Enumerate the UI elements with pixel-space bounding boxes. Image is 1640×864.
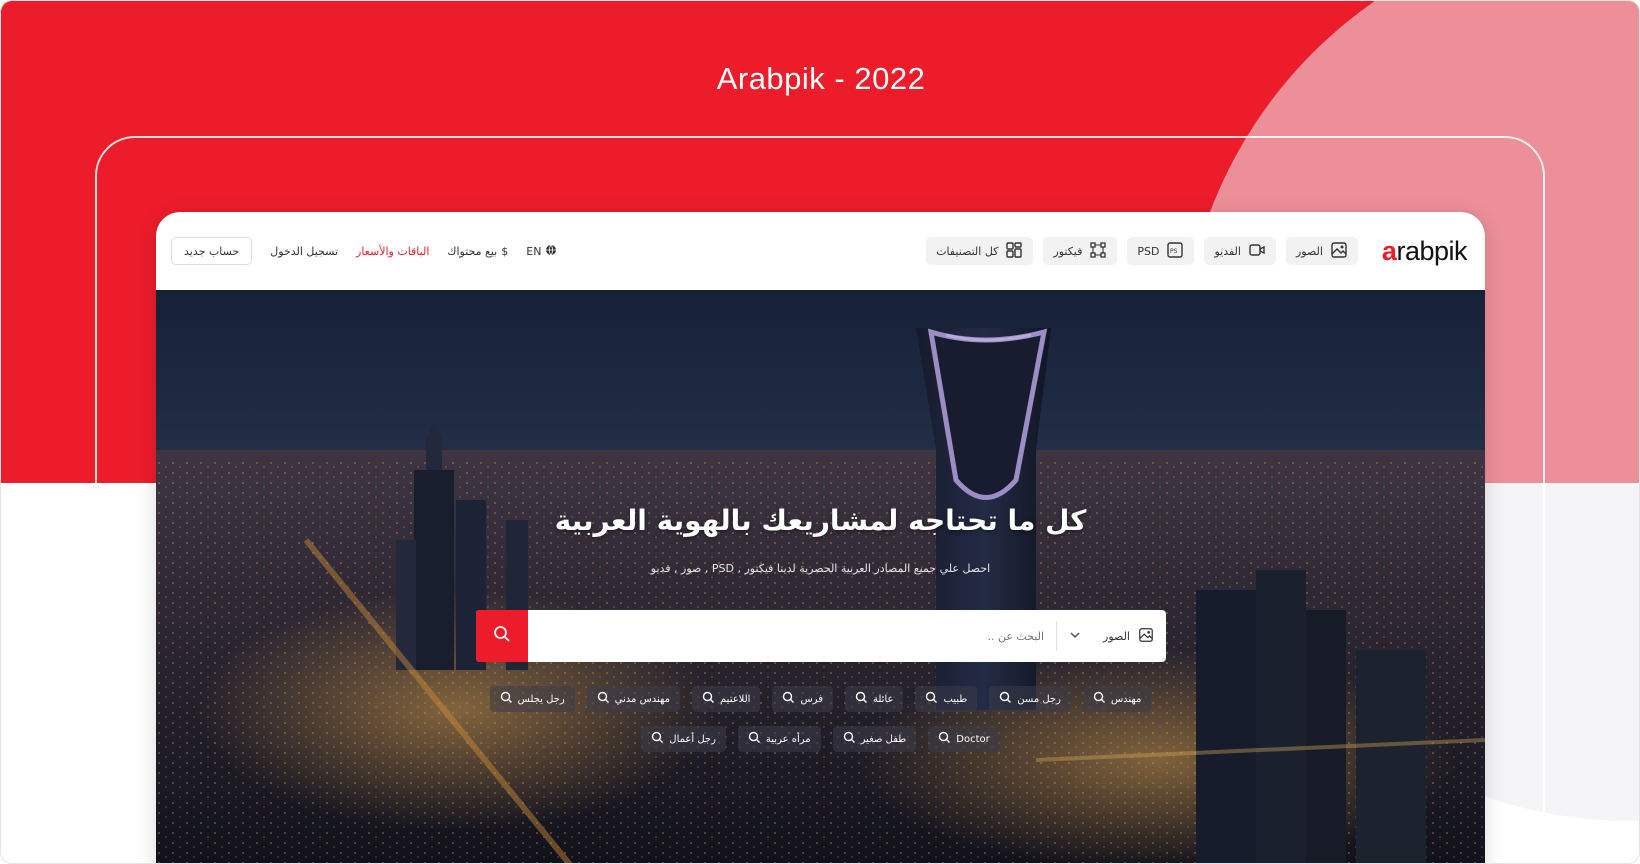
popular-tags-row-1: مهندس رجل مسن طبيب عائلة فرس اللاعتيم مه… [156,686,1485,712]
search-bar: الصور [476,610,1166,662]
category-video[interactable]: الفديو [1204,237,1276,265]
search-button[interactable] [476,610,528,662]
tag-chip[interactable]: عائلة [844,686,904,712]
logo-text: rabpik [1396,235,1467,266]
navbar-categories: كل التصنيفات فيكتور PSD PS الفديو الصور … [926,236,1467,267]
category-vector-label: فيكتور [1053,244,1083,258]
tag-chip[interactable]: Doctor [928,726,1000,752]
website-mockup: حساب جديد تسجيل الدخول الباقات والأسعار … [156,212,1485,863]
tag-chip[interactable]: رجل أعمال [641,726,726,752]
search-icon [938,731,951,747]
tag-label: طبيب [943,693,968,705]
search-icon [782,691,795,707]
category-images[interactable]: الصور [1285,237,1358,265]
image-icon [1138,627,1154,646]
tag-chip[interactable]: مهندس مدني [586,686,681,712]
category-video-label: الفديو [1214,244,1241,258]
navbar-account-links: حساب جديد تسجيل الدخول الباقات والأسعار … [171,237,557,265]
search-icon [855,691,868,707]
search-icon [651,731,664,747]
pricing-link[interactable]: الباقات والأسعار [356,245,429,258]
search-icon [493,625,511,647]
hero-section: كل ما تحتاجه لمشاريعك بالهوية العربية اح… [156,290,1485,863]
hero-subtitle: احصل علي جميع المصادر العربية الحصرية لد… [650,562,991,575]
video-icon [1248,241,1266,262]
category-all[interactable]: كل التصنيفات [926,237,1034,265]
tag-label: مهندس مدني [614,693,671,705]
svg-text:PS: PS [1170,248,1178,255]
tag-chip[interactable]: مهندس [1082,686,1152,712]
search-icon [702,691,715,707]
tag-label: اللاعتيم [720,693,751,705]
login-link[interactable]: تسجيل الدخول [270,245,338,258]
language-switch[interactable]: EN [526,244,557,259]
search-icon [925,691,938,707]
category-psd-label: PSD [1137,244,1160,258]
tag-label: طفل صغير [860,733,907,745]
grid-icon [1005,241,1023,262]
category-vector[interactable]: فيكتور [1043,237,1118,265]
sell-content-link[interactable]: بيع محتواك $ [447,245,508,258]
search-icon [999,691,1012,707]
language-label: EN [526,244,542,258]
sell-content-label: بيع محتواك [447,244,498,258]
arabpik-logo[interactable]: a rabpik [1381,235,1468,267]
search-input[interactable] [528,610,1057,662]
city-skyline-image [156,290,1485,863]
search-type-label: الصور [1103,629,1130,643]
tag-label: مرأه عربية [765,733,811,745]
dollar-icon: $ [501,244,509,258]
tag-label: رجل أعمال [669,733,716,745]
vector-icon [1089,241,1107,262]
tag-chip[interactable]: مرأه عربية [737,726,821,752]
psd-icon: PS [1166,241,1184,262]
search-icon [843,731,856,747]
tag-label: Doctor [956,733,990,745]
tag-chip[interactable]: رجل مسن [989,686,1071,712]
hero-title: كل ما تحتاجه لمشاريعك بالهوية العربية [554,504,1087,537]
category-psd[interactable]: PSD PS [1127,237,1195,265]
tag-label: رجل يجلس [517,693,565,705]
navbar: حساب جديد تسجيل الدخول الباقات والأسعار … [156,212,1485,290]
popular-tags-row-2: Doctor طفل صغير مرأه عربية رجل أعمال [156,726,1485,752]
tag-chip[interactable]: فرس [772,686,833,712]
category-all-label: كل التصنيفات [936,244,999,258]
register-button[interactable]: حساب جديد [171,237,253,265]
tag-chip[interactable]: اللاعتيم [692,686,761,712]
search-icon [597,691,610,707]
chevron-down-icon [1069,629,1081,644]
page-frame: Arabpik - 2022 حساب جديد تسجيل الدخول ال… [0,0,1640,864]
tag-label: مهندس [1110,693,1142,705]
image-icon [1330,241,1348,262]
search-icon [1093,691,1106,707]
tag-label: فرس [800,693,823,705]
search-icon [500,691,513,707]
tag-label: عائلة [872,693,894,705]
logo-mark: a [1381,235,1397,266]
banner-title: Arabpik - 2022 [716,61,926,96]
search-icon [748,731,761,747]
globe-icon [545,244,557,259]
search-type-select[interactable]: الصور [1056,621,1166,651]
tag-chip[interactable]: رجل يجلس [489,686,575,712]
tag-label: رجل مسن [1017,693,1061,705]
tag-chip[interactable]: طبيب [915,686,978,712]
tag-chip[interactable]: طفل صغير [832,726,917,752]
category-images-label: الصور [1295,244,1323,258]
